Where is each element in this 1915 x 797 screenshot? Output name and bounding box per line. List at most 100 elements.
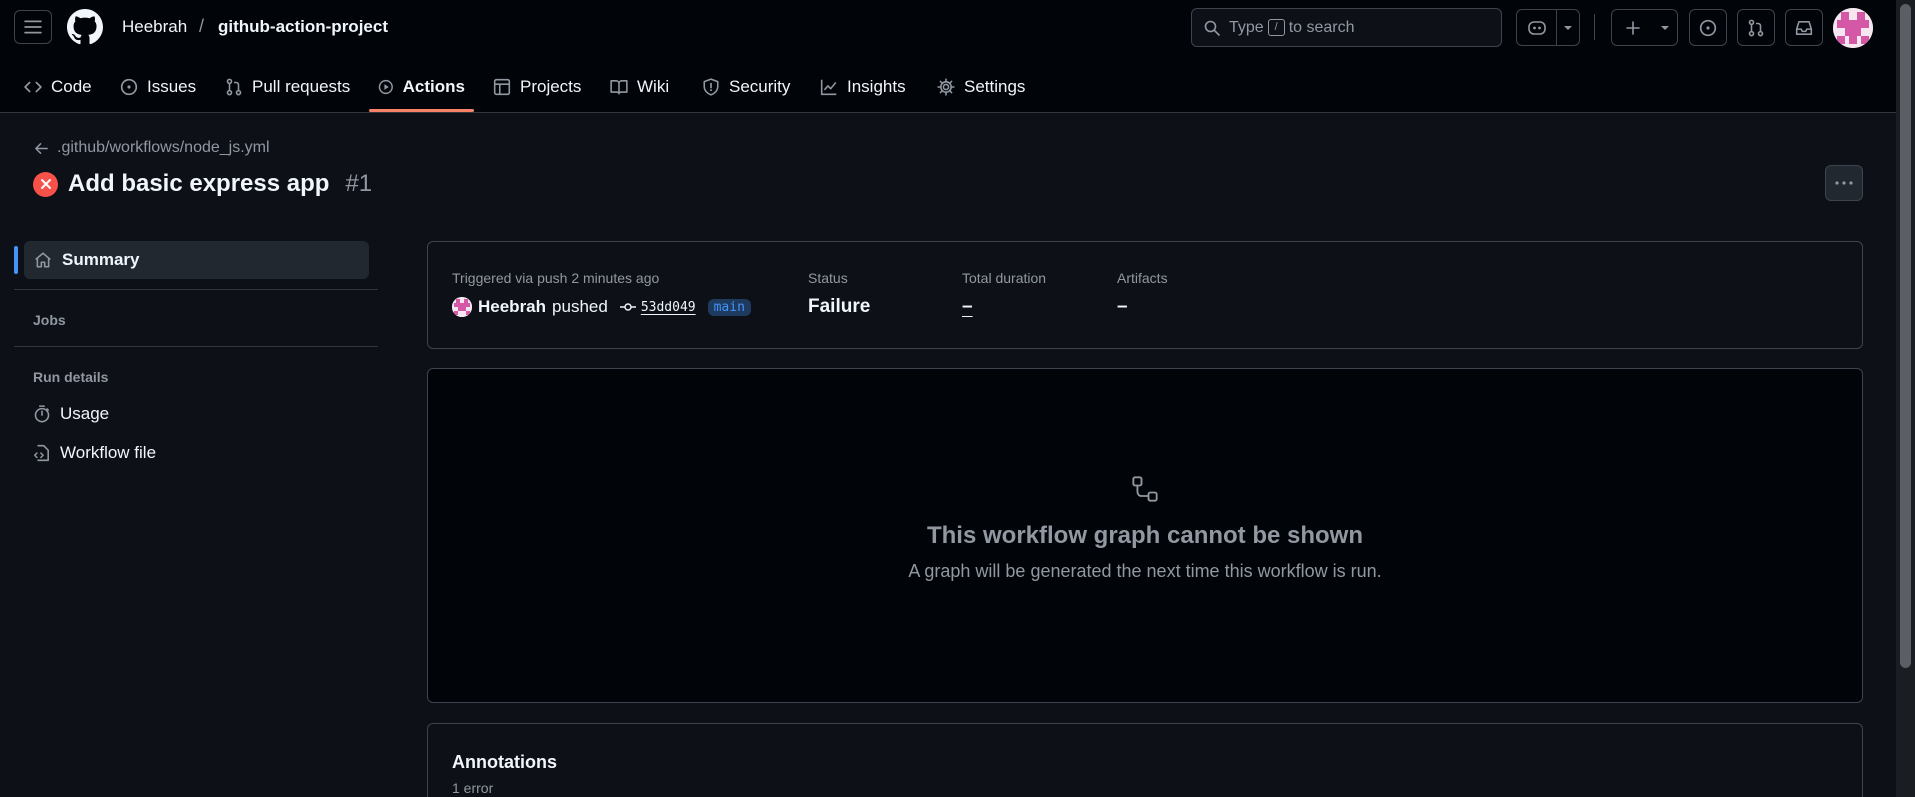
commit-link[interactable]: 53dd049 xyxy=(619,299,696,315)
user-avatar[interactable] xyxy=(1833,8,1873,48)
annotations-title: Annotations xyxy=(452,752,557,772)
path-separator: / xyxy=(199,16,205,36)
pusher-user-link[interactable]: Heebrah xyxy=(478,297,546,317)
plus-icon xyxy=(1625,20,1640,35)
tab-code[interactable]: Code xyxy=(24,62,92,112)
more-options-button[interactable] xyxy=(1825,165,1863,201)
graph-icon xyxy=(820,79,837,96)
failure-icon xyxy=(33,171,58,197)
tab-label: Projects xyxy=(520,77,582,96)
tab-label: Security xyxy=(729,77,791,96)
shield-icon xyxy=(703,78,719,96)
tab-label: Actions xyxy=(402,77,465,96)
tab-label: Pull requests xyxy=(252,77,351,96)
sidebar-item-label: Workflow file xyxy=(60,443,157,462)
workflow-back-link[interactable]: .github/workflows/node_js.yml xyxy=(34,139,270,157)
search-icon xyxy=(1204,20,1220,36)
artifacts-value: – xyxy=(1117,296,1128,317)
gear-icon xyxy=(937,78,955,96)
play-icon xyxy=(378,79,393,95)
header-divider xyxy=(1594,14,1595,40)
graph-empty-title: This workflow graph cannot be shown xyxy=(926,522,1364,549)
search-placeholder-suffix: to search xyxy=(1288,18,1355,36)
annotations-card: Annotations 1 error xyxy=(427,723,1863,797)
issue-icon xyxy=(120,78,138,96)
menu-button[interactable] xyxy=(14,10,52,44)
trigger-text: Triggered via push 2 minutes ago xyxy=(452,270,660,286)
tab-insights[interactable]: Insights xyxy=(820,62,906,112)
global-bar: Heebrah / github-action-project Type / t… xyxy=(0,0,1896,54)
annotations-count: 1 error xyxy=(452,780,494,796)
git-commit-icon xyxy=(619,303,636,311)
pull-requests-button[interactable] xyxy=(1737,9,1775,46)
pusher-avatar[interactable] xyxy=(452,297,472,317)
run-title: Add basic express app #1 xyxy=(33,170,372,198)
pull-request-icon xyxy=(226,78,242,96)
tab-settings[interactable]: Settings xyxy=(937,62,1025,112)
inbox-button[interactable] xyxy=(1785,9,1823,46)
workflow-graph-card: This workflow graph cannot be shown A gr… xyxy=(427,368,1863,703)
copilot-button-group xyxy=(1516,9,1580,46)
branch-badge[interactable]: main xyxy=(707,298,751,316)
search-placeholder-prefix: Type xyxy=(1229,18,1264,36)
run-name: Add basic express app xyxy=(68,170,330,197)
tab-label: Issues xyxy=(147,77,197,96)
tab-projects[interactable]: Projects xyxy=(493,62,581,112)
tab-actions[interactable]: Actions xyxy=(369,62,474,112)
artifacts-label: Artifacts xyxy=(1117,270,1168,286)
active-item-marker xyxy=(14,246,18,274)
repo-name-link[interactable]: github-action-project xyxy=(218,17,388,37)
stopwatch-icon xyxy=(34,405,50,423)
commit-sha: 53dd049 xyxy=(640,299,696,315)
create-new-button[interactable] xyxy=(1611,9,1678,46)
triangle-down-icon xyxy=(1564,25,1572,30)
push-info: Heebrah pushed 53dd049 main xyxy=(452,297,751,317)
jobs-heading: Jobs xyxy=(33,312,66,328)
graph-empty-subtitle: A graph will be generated the next time … xyxy=(908,561,1382,581)
sidebar-item-label: Usage xyxy=(60,404,110,423)
sidebar-item-summary[interactable]: Summary xyxy=(24,241,369,279)
copilot-dropdown-button[interactable] xyxy=(1557,10,1579,45)
pull-request-icon xyxy=(1748,19,1764,36)
status-value: Failure xyxy=(808,296,871,317)
app-header: Heebrah / github-action-project Type / t… xyxy=(0,0,1896,113)
tab-label: Insights xyxy=(847,77,906,96)
run-details-heading: Run details xyxy=(33,369,109,385)
push-action: pushed xyxy=(552,297,608,316)
file-code-icon xyxy=(33,444,49,462)
page-scrollbar[interactable] xyxy=(1896,0,1915,797)
duration-value[interactable]: – xyxy=(962,296,973,318)
copilot-icon xyxy=(1527,20,1546,35)
home-icon xyxy=(35,252,51,268)
search-input[interactable]: Type / to search xyxy=(1191,8,1502,47)
tab-label: Settings xyxy=(964,77,1026,96)
run-summary-card: Triggered via push 2 minutes ago Heebrah… xyxy=(427,241,1863,349)
tab-label: Code xyxy=(51,77,92,96)
tab-security[interactable]: Security xyxy=(702,62,790,112)
inbox-icon xyxy=(1795,20,1813,35)
search-shortcut-key: / xyxy=(1267,19,1285,36)
book-icon xyxy=(610,80,628,95)
github-logo-icon[interactable] xyxy=(67,9,103,45)
repo-owner-link[interactable]: Heebrah xyxy=(122,17,187,37)
duration-label: Total duration xyxy=(962,270,1047,286)
tab-issues[interactable]: Issues xyxy=(120,62,196,112)
run-number: #1 xyxy=(345,170,373,197)
repo-nav: Code Issues Pull requests Actions Projec… xyxy=(0,62,1896,113)
sidebar-divider xyxy=(14,289,378,290)
table-icon xyxy=(493,78,511,96)
sidebar-item-workflow-file[interactable]: Workflow file xyxy=(33,443,156,463)
tab-label: Wiki xyxy=(637,77,670,96)
issues-button[interactable] xyxy=(1689,9,1727,46)
scrollbar-thumb[interactable] xyxy=(1900,4,1911,668)
copilot-button[interactable] xyxy=(1517,10,1557,45)
sidebar-item-label: Summary xyxy=(62,250,140,269)
hamburger-icon xyxy=(24,20,42,34)
issue-icon xyxy=(1699,19,1717,36)
sidebar-divider xyxy=(14,346,378,347)
kebab-horizontal-icon xyxy=(1835,181,1853,185)
sidebar-item-usage[interactable]: Usage xyxy=(33,404,109,424)
tab-wiki[interactable]: Wiki xyxy=(610,62,669,112)
tab-pull-requests[interactable]: Pull requests xyxy=(225,62,350,112)
triangle-down-icon xyxy=(1660,25,1669,30)
